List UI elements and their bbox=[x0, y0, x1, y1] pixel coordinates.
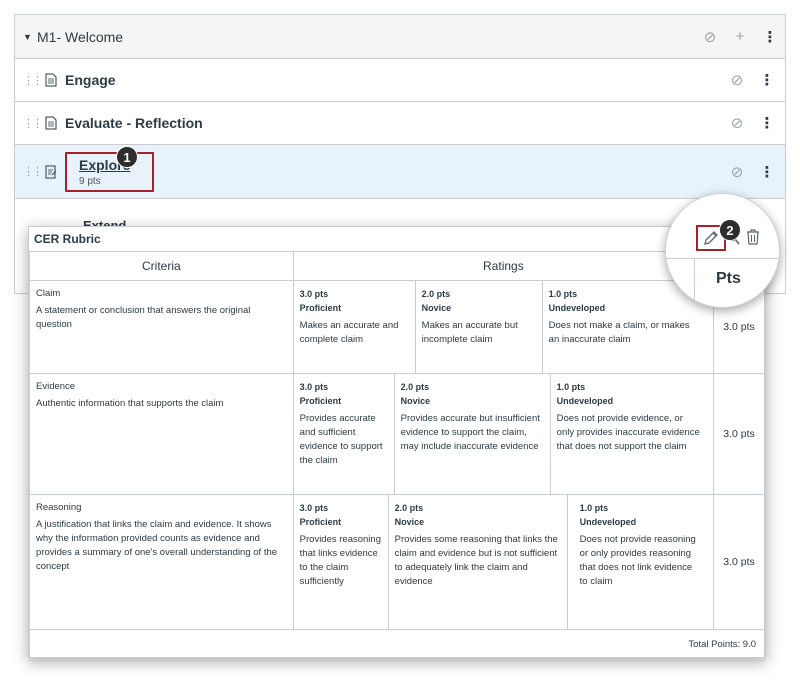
rubric-table: Criteria Ratings Claim A statement or co… bbox=[29, 252, 765, 661]
rating: 2.0 pts Novice Provides accurate but ins… bbox=[395, 373, 551, 494]
page-icon bbox=[37, 73, 65, 87]
circle-slash-icon[interactable]: ⊘ bbox=[695, 28, 725, 46]
module-header[interactable]: ▼ M1- Welcome ⊘ + ⋮ bbox=[15, 15, 785, 59]
assignment-icon bbox=[37, 165, 65, 179]
rating-label: Proficient bbox=[299, 395, 342, 406]
item-actions: ⊘ ⋮ bbox=[722, 114, 782, 132]
criterion-row: Evidence Authentic information that supp… bbox=[29, 372, 765, 495]
rating: 3.0 pts Proficient Provides reasoning th… bbox=[294, 494, 389, 629]
module-item-title[interactable]: Engage bbox=[65, 72, 116, 88]
rating-points: 2.0 pts bbox=[394, 502, 424, 513]
rating-points: 1.0 pts bbox=[556, 381, 586, 392]
rating-points: 1.0 pts bbox=[579, 502, 609, 513]
rating-description: Provides accurate but insufficient evide… bbox=[400, 412, 540, 452]
callout-badge: 2 bbox=[719, 219, 741, 241]
zoom-magnifier: Pts bbox=[665, 193, 780, 308]
module-actions: ⊘ + ⋮ bbox=[695, 28, 785, 46]
caret-down-icon[interactable]: ▼ bbox=[23, 32, 37, 42]
rating-label: Novice bbox=[421, 302, 452, 313]
rating-label: Undeveloped bbox=[579, 516, 637, 527]
divider bbox=[666, 258, 779, 259]
rating-description: Provides accurate and sufficient evidenc… bbox=[299, 412, 383, 466]
rating-label: Novice bbox=[394, 516, 425, 527]
rating-description: Does not make a claim, or makes an inacc… bbox=[548, 319, 690, 345]
kebab-icon[interactable]: ⋮ bbox=[752, 71, 782, 89]
total-row: Total Points: 9.0 bbox=[29, 628, 765, 661]
pts-header-zoomed: Pts bbox=[716, 270, 741, 287]
kebab-icon[interactable]: ⋮ bbox=[755, 28, 785, 46]
module-item-points: 9 pts bbox=[79, 175, 101, 187]
rating-label: Undeveloped bbox=[556, 395, 614, 406]
circle-slash-icon[interactable]: ⊘ bbox=[722, 114, 752, 132]
rating-points: 2.0 pts bbox=[421, 288, 451, 299]
criterion-description: A justification that links the claim and… bbox=[36, 518, 278, 572]
module-item-title[interactable]: Evaluate - Reflection bbox=[65, 115, 203, 131]
rating: 2.0 pts Novice Makes an accurate but inc… bbox=[416, 280, 543, 373]
item-actions: ⊘ ⋮ bbox=[722, 163, 782, 181]
criterion-name: Reasoning bbox=[36, 501, 82, 513]
rating-points: 3.0 pts bbox=[299, 288, 329, 299]
drag-handle-icon[interactable]: ⋮⋮ bbox=[23, 165, 43, 178]
module-item-evaluate[interactable]: ⋮⋮ Evaluate - Reflection ⊘ ⋮ bbox=[15, 102, 785, 145]
rating-description: Does not provide evidence, or only provi… bbox=[556, 412, 700, 452]
total-points: Total Points: 9.0 bbox=[29, 628, 765, 661]
rating: 3.0 pts Proficient Provides accurate and… bbox=[294, 373, 395, 494]
rating: 3.0 pts Proficient Makes an accurate and… bbox=[294, 280, 416, 373]
plus-icon[interactable]: + bbox=[725, 28, 755, 45]
ratings-header: Ratings bbox=[292, 252, 715, 281]
module-title: M1- Welcome bbox=[37, 28, 124, 45]
criterion-points: 3.0 pts bbox=[713, 493, 765, 630]
criteria-header: Criteria bbox=[29, 252, 294, 281]
rating-description: Provides some reasoning that links the c… bbox=[394, 533, 558, 587]
rating-points: 3.0 pts bbox=[299, 502, 329, 513]
rating-points: 1.0 pts bbox=[548, 288, 578, 299]
rating-description: Makes an accurate but incomplete claim bbox=[421, 319, 518, 345]
criterion-row: Reasoning A justification that links the… bbox=[29, 493, 765, 630]
rubric-panel: CER Rubric Criteria Ratings Claim A stat… bbox=[28, 226, 766, 661]
rating-label: Undeveloped bbox=[548, 302, 606, 313]
rating-points: 2.0 pts bbox=[400, 381, 430, 392]
circle-slash-icon[interactable]: ⊘ bbox=[722, 163, 752, 181]
item-actions: ⊘ ⋮ bbox=[722, 71, 782, 89]
criterion-name: Evidence bbox=[36, 380, 76, 392]
kebab-icon[interactable]: ⋮ bbox=[752, 163, 782, 181]
criterion-description: Authentic information that supports the … bbox=[36, 397, 224, 409]
criterion-cell: Evidence Authentic information that supp… bbox=[29, 372, 294, 495]
divider bbox=[694, 258, 695, 307]
rating-label: Proficient bbox=[299, 516, 342, 527]
rating-points: 3.0 pts bbox=[299, 381, 329, 392]
callout-badge: 1 bbox=[116, 146, 138, 168]
module-item-engage[interactable]: ⋮⋮ Engage ⊘ ⋮ bbox=[15, 59, 785, 102]
criterion-cell: Reasoning A justification that links the… bbox=[29, 493, 294, 630]
criterion-points: 3.0 pts bbox=[713, 372, 765, 495]
explore-highlight: Explore 9 pts bbox=[65, 151, 155, 192]
circle-slash-icon[interactable]: ⊘ bbox=[722, 71, 752, 89]
kebab-icon[interactable]: ⋮ bbox=[752, 114, 782, 132]
criterion-row: Claim A statement or conclusion that ans… bbox=[29, 279, 765, 374]
rating: 1.0 pts Undeveloped Does not make a clai… bbox=[543, 281, 707, 373]
drag-handle-icon[interactable]: ⋮⋮ bbox=[23, 117, 43, 130]
ratings-cell: 3.0 pts Proficient Provides accurate and… bbox=[292, 372, 715, 495]
criterion-description: A statement or conclusion that answers t… bbox=[36, 304, 251, 330]
criterion-cell: Claim A statement or conclusion that ans… bbox=[29, 279, 294, 374]
rating-description: Makes an accurate and complete claim bbox=[299, 319, 399, 345]
rating-description: Does not provide reasoning or only provi… bbox=[579, 533, 696, 587]
criterion-name: Claim bbox=[36, 287, 61, 299]
rating-label: Proficient bbox=[299, 302, 342, 313]
rating: 1.0 pts Undeveloped Does not provide evi… bbox=[551, 374, 707, 494]
page-icon bbox=[37, 116, 65, 130]
rubric-header-row: Criteria Ratings bbox=[29, 252, 765, 281]
ratings-cell: 3.0 pts Proficient Provides reasoning th… bbox=[292, 493, 715, 630]
drag-handle-icon[interactable]: ⋮⋮ bbox=[23, 74, 43, 87]
rating-label: Novice bbox=[400, 395, 431, 406]
rubric-title: CER Rubric bbox=[29, 227, 765, 252]
rating: 2.0 pts Novice Provides some reasoning t… bbox=[389, 494, 568, 629]
ratings-cell: 3.0 pts Proficient Makes an accurate and… bbox=[292, 279, 715, 374]
rating-description: Provides reasoning that links evidence t… bbox=[299, 533, 381, 587]
rating: 1.0 pts Undeveloped Does not provide rea… bbox=[568, 495, 707, 629]
trash-icon[interactable] bbox=[745, 228, 761, 251]
